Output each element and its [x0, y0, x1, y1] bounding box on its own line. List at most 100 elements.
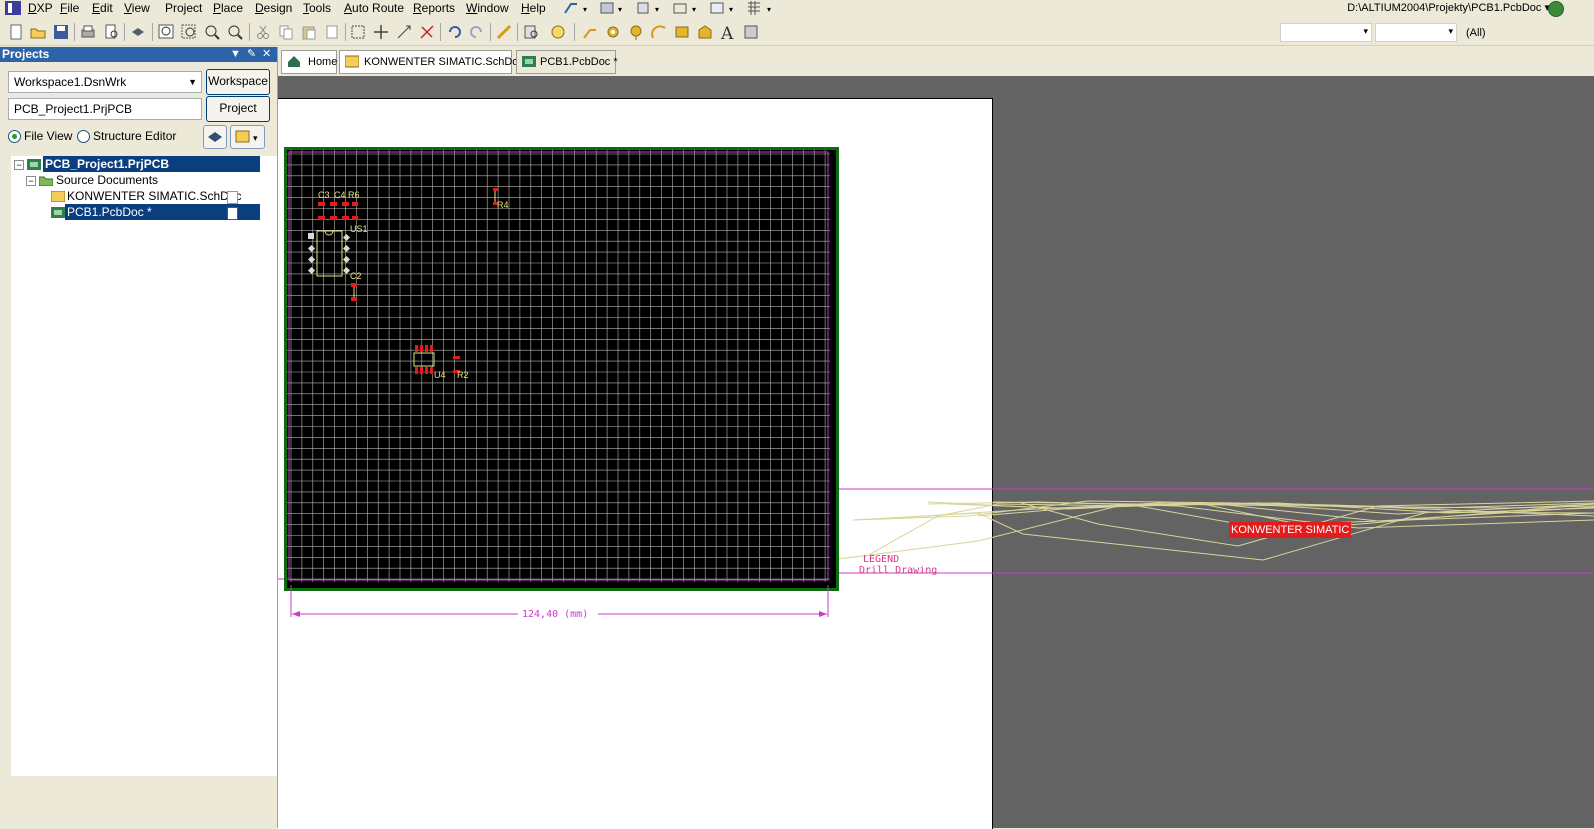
- menu-help[interactable]: Help: [521, 1, 546, 15]
- workspace-button[interactable]: Workspace: [206, 69, 270, 95]
- menu-edit[interactable]: Edit: [92, 1, 113, 15]
- place-component-icon[interactable]: [743, 24, 759, 40]
- pin-icon[interactable]: ✎: [247, 48, 256, 60]
- document-path[interactable]: D:\ALTIUM2004\Projekty\PCB1.PcbDoc ▾: [1347, 1, 1550, 15]
- route-icon[interactable]: ▾: [564, 3, 587, 14]
- layers-icon[interactable]: [130, 24, 146, 40]
- menu-design[interactable]: Design: [255, 1, 292, 15]
- tree-item-schdoc[interactable]: KONWENTER SIMATIC.SchDoc: [67, 188, 241, 204]
- room-label[interactable]: KONWENTER SIMATIC: [1229, 522, 1352, 538]
- close-panel-icon[interactable]: ✕: [262, 48, 271, 60]
- polygon-icon[interactable]: ▾: [710, 2, 733, 14]
- menu-auto-route[interactable]: Auto Route: [344, 1, 404, 15]
- tab-home[interactable]: Home: [281, 50, 337, 74]
- zoom-fit-icon[interactable]: [158, 24, 174, 40]
- svg-text:▾: ▾: [655, 5, 659, 14]
- help-advisor-icon[interactable]: [550, 24, 566, 40]
- place-component-icon[interactable]: ▾: [600, 2, 622, 14]
- select-region-icon[interactable]: ▾: [673, 3, 696, 14]
- menu-place[interactable]: Place: [213, 1, 243, 15]
- interactive-route-icon[interactable]: [582, 24, 598, 40]
- structure-editor-radio[interactable]: [77, 130, 90, 143]
- menu-window[interactable]: Window: [466, 1, 509, 15]
- collapse-project-icon[interactable]: −: [14, 160, 24, 170]
- copy-icon[interactable]: [278, 24, 294, 40]
- menu-dxp[interactable]: DXP: [28, 1, 53, 15]
- project-button[interactable]: Project: [206, 96, 270, 122]
- svg-text:▾: ▾: [729, 5, 733, 14]
- grid-icon[interactable]: ▾: [748, 1, 771, 15]
- wiring-toolbar: ▾ ▾ ▾ ▾ ▾ ▾: [564, 1, 771, 15]
- legend-title: LEGEND: [863, 554, 900, 565]
- standard-toolbar: A ▾ ▾ (All): [0, 19, 1594, 46]
- dimension-label[interactable]: 124,40 (mm): [522, 609, 588, 620]
- rubber-stamp-icon[interactable]: [324, 24, 340, 40]
- pcb-project-icon: [27, 159, 41, 170]
- browse-library-icon[interactable]: [523, 24, 539, 40]
- file-view-radio[interactable]: [8, 130, 21, 143]
- ratsnest-lines: [837, 500, 1594, 561]
- svg-text:A: A: [720, 24, 734, 40]
- layer-filter-select[interactable]: ▾: [1375, 23, 1457, 42]
- modified-document-icon: [227, 207, 238, 220]
- workspace-select[interactable]: Workspace1.DsnWrk ▼: [8, 71, 202, 93]
- menu-tools[interactable]: Tools: [303, 1, 331, 15]
- svg-text:▾: ▾: [253, 133, 258, 143]
- menu-reports[interactable]: Reports: [413, 1, 455, 15]
- svg-text:▾: ▾: [692, 5, 696, 14]
- select-inside-icon[interactable]: [350, 24, 366, 40]
- chevron-down-icon: ▼: [188, 77, 197, 87]
- pcb-doc-icon: [522, 56, 536, 67]
- collapse-folder-icon[interactable]: −: [26, 176, 36, 186]
- align-icon[interactable]: ▾: [637, 2, 659, 14]
- pcb-editor-canvas[interactable]: C3 C4 R6 R4 US1 C2 U4 R2 124,40 (mm) LEG…: [278, 76, 1594, 829]
- menu-view[interactable]: View: [124, 1, 150, 15]
- svg-text:▾: ▾: [767, 5, 771, 14]
- deselect-all-icon[interactable]: [419, 24, 435, 40]
- dxp-logo-icon[interactable]: [5, 1, 21, 15]
- save-icon[interactable]: [53, 24, 69, 40]
- folder-icon: [39, 176, 53, 186]
- document-options-button[interactable]: ▾: [230, 125, 265, 149]
- navigate-back-icon[interactable]: [1548, 1, 1564, 17]
- redo-icon[interactable]: [469, 24, 485, 40]
- move-selection-by-xy-icon[interactable]: [396, 24, 412, 40]
- new-document-icon[interactable]: [8, 24, 24, 40]
- tree-item-project[interactable]: PCB_Project1.PrjPCB: [43, 156, 260, 172]
- tab-pcbdoc[interactable]: PCB1.PcbDoc *: [516, 50, 618, 74]
- project-options-button[interactable]: [203, 125, 227, 149]
- open-folder-icon[interactable]: [30, 24, 46, 40]
- dimension-line[interactable]: [278, 76, 878, 636]
- menu-file[interactable]: File: [60, 1, 79, 15]
- tab-schdoc[interactable]: KONWENTER SIMATIC.SchDoc: [339, 50, 524, 74]
- document-tabs: Home KONWENTER SIMATIC.SchDoc PCB1.PcbDo…: [278, 47, 1594, 75]
- paste-icon[interactable]: [301, 24, 317, 40]
- undo-icon[interactable]: [446, 24, 462, 40]
- drill-legend[interactable]: LEGEND Drill Drawing: [859, 554, 937, 576]
- file-view-label: File View: [24, 129, 73, 143]
- structure-editor-label: Structure Editor: [93, 129, 177, 143]
- place-arc-icon[interactable]: [651, 24, 667, 40]
- menu-project[interactable]: Project: [165, 1, 202, 15]
- cross-probe-icon[interactable]: [496, 24, 512, 40]
- place-pad-icon[interactable]: [605, 24, 621, 40]
- print-icon[interactable]: [80, 24, 96, 40]
- pcb-doc-icon: [51, 207, 65, 218]
- zoom-selected-icon[interactable]: [204, 24, 220, 40]
- cut-icon[interactable]: [255, 24, 271, 40]
- panel-title: Projects: [2, 47, 50, 61]
- zoom-filtered-icon[interactable]: [227, 24, 243, 40]
- place-string-icon[interactable]: A: [720, 24, 736, 40]
- filter-value[interactable]: (All): [1466, 27, 1486, 39]
- print-preview-icon[interactable]: [103, 24, 119, 40]
- tree-item-source-documents[interactable]: Source Documents: [56, 172, 158, 188]
- move-selection-icon[interactable]: [373, 24, 389, 40]
- place-fill-icon[interactable]: [674, 24, 690, 40]
- net-filter-select[interactable]: ▾: [1280, 23, 1372, 42]
- panel-menu-icon[interactable]: ▼: [230, 48, 241, 60]
- place-via-icon[interactable]: [628, 24, 644, 40]
- project-field[interactable]: PCB_Project1.PrjPCB: [8, 98, 202, 120]
- zoom-area-icon[interactable]: [181, 24, 197, 40]
- menu-bar: DXP File Edit View Project Place Design …: [0, 0, 1594, 17]
- place-polygon-icon[interactable]: [697, 24, 713, 40]
